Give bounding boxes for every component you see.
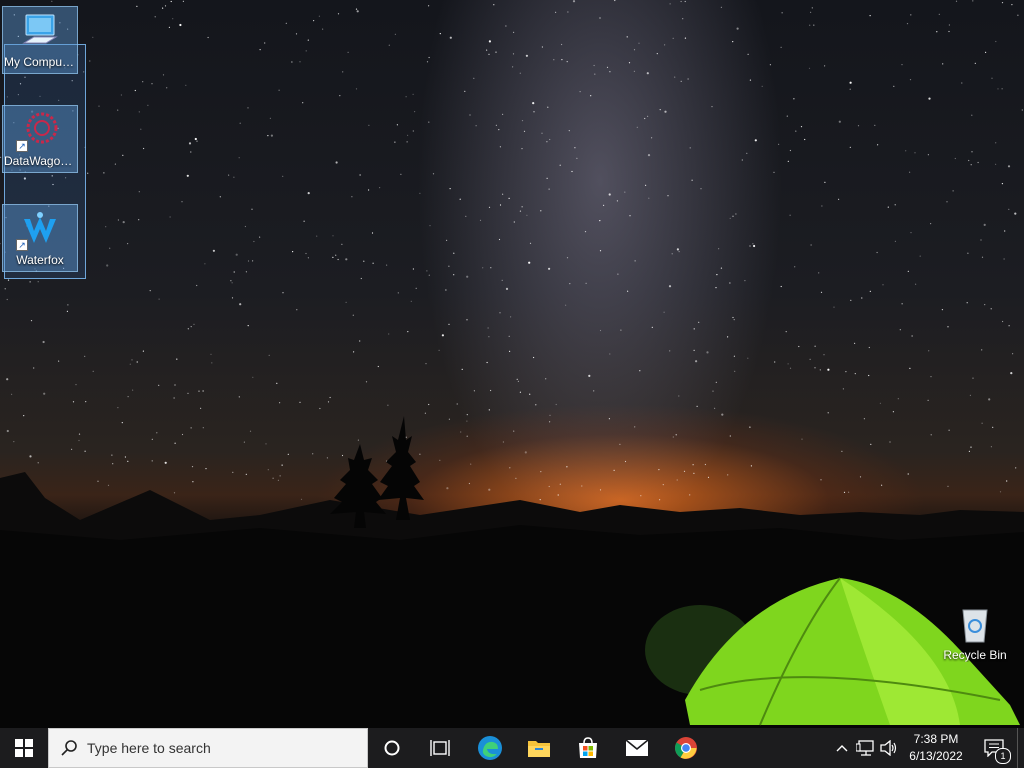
cortana-icon — [384, 740, 400, 756]
system-tray: 7:38 PM 6/13/2022 1 — [831, 728, 1024, 768]
store-button[interactable] — [564, 728, 612, 768]
search-placeholder: Type here to search — [87, 740, 211, 756]
desktop-icon-waterfox[interactable]: ↗ Waterfox — [2, 204, 78, 272]
desktop-icon-label: DataWagon... — [4, 154, 77, 168]
action-center-button[interactable]: 1 — [971, 728, 1017, 768]
show-hidden-icons-button[interactable] — [831, 728, 853, 768]
file-explorer-button[interactable] — [515, 728, 563, 768]
file-explorer-icon — [528, 741, 550, 757]
desktop-icon-label: Waterfox — [16, 253, 64, 267]
windows-logo-icon — [15, 739, 33, 757]
clock[interactable]: 7:38 PM 6/13/2022 — [901, 731, 971, 765]
desktop-wallpaper — [0, 0, 1024, 728]
edge-button[interactable] — [466, 728, 514, 768]
search-input[interactable]: Type here to search — [48, 728, 368, 768]
speaker-icon — [880, 740, 897, 756]
chevron-up-icon — [836, 745, 848, 752]
task-view-icon — [430, 740, 450, 756]
show-desktop-button[interactable] — [1017, 728, 1024, 768]
datawagon-icon: ↗ — [16, 110, 60, 152]
network-button[interactable] — [853, 728, 877, 768]
computer-icon — [20, 11, 60, 51]
shortcut-arrow-icon: ↗ — [16, 140, 28, 152]
desktop-icon-label: Recycle Bin — [943, 648, 1007, 662]
volume-button[interactable] — [877, 728, 901, 768]
chrome-icon — [675, 737, 697, 759]
desktop-icon-recycle-bin[interactable]: Recycle Bin — [937, 600, 1013, 668]
start-button[interactable] — [0, 728, 48, 768]
taskbar: Type here to search 7:38 PM 6/13/2022 1 — [0, 728, 1024, 768]
desktop-icon-my-computer[interactable]: My Computer — [2, 6, 78, 74]
cortana-button[interactable] — [368, 728, 416, 768]
clock-date: 6/13/2022 — [909, 749, 963, 763]
desktop-icon-label: My Computer — [4, 55, 77, 69]
mail-icon — [625, 739, 649, 756]
task-view-button[interactable] — [416, 728, 464, 768]
shortcut-arrow-icon: ↗ — [16, 239, 28, 251]
store-icon — [579, 737, 597, 758]
chrome-button[interactable] — [662, 728, 710, 768]
clock-time: 7:38 PM — [913, 732, 959, 746]
landscape-silhouette — [0, 416, 1024, 728]
waterfox-icon: ↗ — [16, 209, 60, 251]
search-icon — [61, 740, 77, 756]
network-icon — [856, 740, 874, 756]
edge-icon — [478, 736, 502, 760]
mail-button[interactable] — [613, 728, 661, 768]
notification-count-badge: 1 — [995, 748, 1011, 764]
desktop-icon-datawagon[interactable]: ↗ DataWagon... — [2, 105, 78, 173]
recycle-bin-icon — [955, 604, 995, 644]
